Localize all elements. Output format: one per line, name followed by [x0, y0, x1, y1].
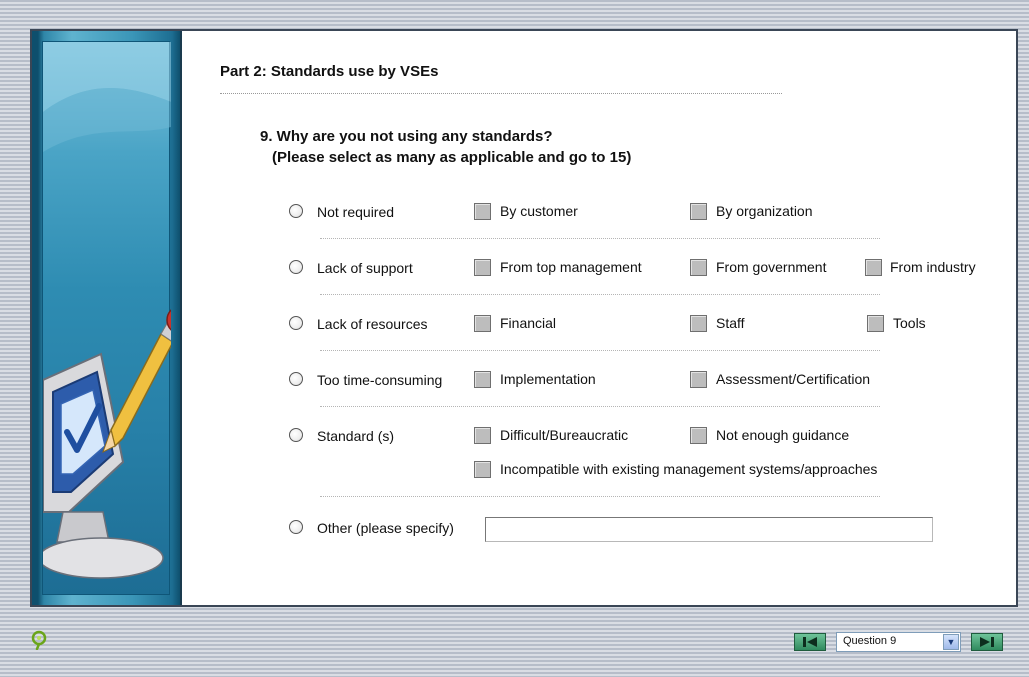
next-question-button[interactable] — [971, 633, 1003, 651]
option-label-lack-of-support: Lack of support — [317, 260, 413, 276]
radio-lack-of-resources[interactable] — [289, 316, 303, 330]
question-line-2: (Please select as many as applicable and… — [272, 149, 632, 166]
option-label-standards: Standard (s) — [317, 428, 395, 444]
checkbox-implementation[interactable] — [474, 371, 491, 388]
question-select[interactable]: Question 9 ▼ — [836, 632, 961, 652]
checkbox-label-by-customer: By customer — [500, 203, 578, 219]
option-label-other: Other (please specify) — [317, 520, 454, 536]
radio-too-time-consuming[interactable] — [289, 372, 303, 386]
forward-arrow-icon — [980, 637, 994, 647]
checkbox-incompatible[interactable] — [474, 461, 491, 478]
row-divider — [320, 496, 880, 497]
option-label-too-time-consuming: Too time-consuming — [317, 372, 443, 388]
question-text: 9. Why are you not using any standards? … — [260, 126, 631, 168]
checkbox-difficult-bureaucratic[interactable] — [474, 427, 491, 444]
checkbox-tools[interactable] — [867, 315, 884, 332]
radio-lack-of-support[interactable] — [289, 260, 303, 274]
sidebar-panel — [32, 31, 182, 605]
help-question-icon[interactable] — [30, 630, 48, 650]
checkbox-label-by-organization: By organization — [716, 203, 813, 219]
checkbox-label-difficult-bureaucratic: Difficult/Bureaucratic — [500, 427, 629, 443]
checkbox-assessment-certification[interactable] — [690, 371, 707, 388]
checkbox-from-industry[interactable] — [865, 259, 882, 276]
checkbox-label-from-government: From government — [716, 259, 827, 275]
checkbox-from-government[interactable] — [690, 259, 707, 276]
monitor-pencil-illustration — [43, 42, 171, 579]
other-specify-input[interactable] — [485, 517, 933, 542]
row-divider — [320, 238, 880, 239]
option-label-not-required: Not required — [317, 204, 395, 220]
checkbox-by-organization[interactable] — [690, 203, 707, 220]
checkbox-financial[interactable] — [474, 315, 491, 332]
previous-question-button[interactable] — [794, 633, 826, 651]
chevron-down-icon[interactable]: ▼ — [943, 634, 959, 650]
checkbox-from-top-management[interactable] — [474, 259, 491, 276]
checkbox-label-staff: Staff — [716, 315, 745, 331]
sidebar-inner — [42, 41, 171, 595]
page-title: Part 2: Standards use by VSEs — [220, 63, 439, 80]
checkbox-not-enough-guidance[interactable] — [690, 427, 707, 444]
checkbox-label-from-top-management: From top management — [500, 259, 642, 275]
row-divider — [320, 406, 880, 407]
radio-standards[interactable] — [289, 428, 303, 442]
row-divider — [320, 294, 880, 295]
question-content: Part 2: Standards use by VSEs 9. Why are… — [182, 31, 1016, 605]
radio-other[interactable] — [289, 520, 303, 534]
checkbox-label-from-industry: From industry — [890, 259, 976, 275]
question-line-1: 9. Why are you not using any standards? — [260, 128, 553, 145]
checkbox-staff[interactable] — [690, 315, 707, 332]
checkbox-by-customer[interactable] — [474, 203, 491, 220]
question-select-value: Question 9 — [843, 635, 897, 647]
checkbox-label-implementation: Implementation — [500, 371, 596, 387]
title-divider — [220, 93, 782, 94]
checkbox-label-not-enough-guidance: Not enough guidance — [716, 427, 850, 443]
checkbox-label-assessment-certification: Assessment/Certification — [716, 371, 871, 387]
survey-window: Part 2: Standards use by VSEs 9. Why are… — [30, 29, 1018, 607]
row-divider — [320, 350, 880, 351]
checkbox-label-financial: Financial — [500, 315, 557, 331]
option-label-lack-of-resources: Lack of resources — [317, 316, 428, 332]
checkbox-label-tools: Tools — [893, 315, 926, 331]
radio-not-required[interactable] — [289, 204, 303, 218]
checkbox-label-incompatible: Incompatible with existing management sy… — [500, 461, 878, 477]
back-arrow-icon — [803, 637, 817, 647]
